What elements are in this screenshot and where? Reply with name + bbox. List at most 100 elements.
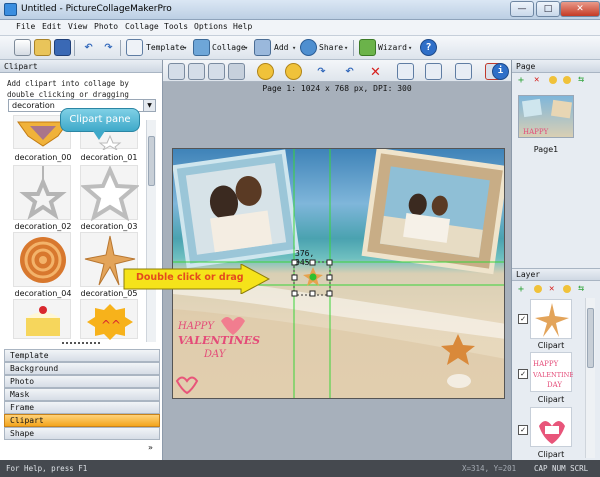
clipart-thumb-badge[interactable]: ^^ bbox=[80, 299, 138, 340]
move-down-icon[interactable] bbox=[563, 76, 571, 84]
add-page-icon[interactable]: + bbox=[518, 75, 524, 86]
save-icon[interactable] bbox=[54, 39, 71, 56]
page-thumbnail[interactable]: HAPPY bbox=[518, 95, 574, 138]
status-help: For Help, press F1 bbox=[6, 464, 88, 473]
send-backward-icon[interactable] bbox=[285, 63, 302, 80]
info-icon[interactable]: i bbox=[492, 63, 509, 80]
svg-text:HAPPY: HAPPY bbox=[533, 360, 559, 368]
template-button[interactable]: Template bbox=[146, 43, 185, 52]
undo-icon[interactable]: ↶ bbox=[80, 39, 97, 56]
callout-pointer bbox=[93, 131, 105, 140]
double-click-callout: Double click or drag bbox=[136, 272, 244, 283]
layer-thumbnail[interactable] bbox=[530, 299, 572, 339]
image-icon[interactable] bbox=[228, 63, 245, 80]
wizard-icon[interactable] bbox=[359, 39, 376, 56]
collage-icon[interactable] bbox=[193, 39, 210, 56]
layout-icon[interactable] bbox=[208, 63, 225, 80]
status-coordinates: X=314, Y=201 bbox=[462, 464, 517, 473]
layer-visibility-checkbox[interactable]: ✓ bbox=[518, 369, 528, 379]
layer-visibility-checkbox[interactable]: ✓ bbox=[518, 425, 528, 435]
distribute-icon[interactable] bbox=[425, 63, 442, 80]
move-up-icon[interactable] bbox=[549, 76, 557, 84]
close-button[interactable]: ✕ bbox=[560, 1, 600, 17]
duplicate-layer-icon[interactable]: ⇆ bbox=[578, 283, 584, 294]
tab-mask[interactable]: Mask bbox=[4, 388, 160, 401]
coordinate-x: 376, bbox=[295, 249, 315, 258]
delete-icon[interactable]: ✕ bbox=[367, 63, 384, 80]
add-button[interactable]: Add bbox=[274, 43, 288, 52]
crop-icon[interactable] bbox=[188, 63, 205, 80]
menu-file[interactable]: File bbox=[16, 22, 35, 31]
chevron-down-icon[interactable]: ▾ bbox=[244, 44, 248, 52]
edit-toolbar: ↷ ↶ ✕ i bbox=[163, 60, 511, 82]
layer-visibility-checkbox[interactable]: ✓ bbox=[518, 314, 528, 324]
clipart-label: decoration_04 bbox=[14, 289, 72, 298]
tab-shape[interactable]: Shape bbox=[4, 427, 160, 440]
delete-page-icon[interactable]: ✕ bbox=[534, 75, 539, 85]
tab-clipart[interactable]: Clipart bbox=[4, 414, 160, 427]
scrollbar-thumb[interactable] bbox=[587, 308, 594, 368]
chevron-down-icon[interactable]: ▼ bbox=[143, 100, 155, 111]
clipart-hint: Add clipart into collage by double click… bbox=[7, 79, 129, 99]
chevron-down-icon[interactable]: ▾ bbox=[183, 44, 187, 52]
tab-frame[interactable]: Frame bbox=[4, 401, 160, 414]
tab-background[interactable]: Background bbox=[4, 362, 160, 375]
minimize-button[interactable]: — bbox=[510, 1, 534, 17]
layer-thumbnail[interactable]: HAPPY VALENTINES DAY bbox=[530, 352, 578, 392]
menu-collage[interactable]: Collage bbox=[125, 22, 159, 31]
status-bar: For Help, press F1 X=314, Y=201 CAP NUM … bbox=[0, 460, 600, 477]
rotate-left-icon[interactable]: ↷ bbox=[313, 63, 330, 80]
add-icon[interactable] bbox=[254, 39, 271, 56]
tab-photo[interactable]: Photo bbox=[4, 375, 160, 388]
bring-forward-icon[interactable] bbox=[257, 63, 274, 80]
clipart-thumb-cake[interactable] bbox=[13, 299, 71, 339]
collage-button[interactable]: Collage bbox=[212, 43, 246, 52]
layer-label: Clipart bbox=[537, 341, 565, 350]
layer-down-icon[interactable] bbox=[563, 285, 571, 293]
rotate-right-icon[interactable]: ↶ bbox=[341, 63, 358, 80]
align-icon[interactable] bbox=[397, 63, 414, 80]
duplicate-page-icon[interactable]: ⇆ bbox=[578, 74, 584, 85]
maximize-button[interactable]: □ bbox=[536, 1, 560, 17]
menu-tools[interactable]: Tools bbox=[164, 22, 188, 31]
chevron-down-icon[interactable]: ▾ bbox=[292, 44, 296, 52]
help-icon[interactable]: ? bbox=[420, 39, 437, 56]
clipart-thumb-decoration-02[interactable] bbox=[13, 165, 71, 220]
menu-view[interactable]: View bbox=[68, 22, 87, 31]
menu-photo[interactable]: Photo bbox=[94, 22, 118, 31]
page-info: Page 1: 1024 x 768 px, DPI: 300 bbox=[262, 84, 412, 93]
chevron-down-icon[interactable]: ▾ bbox=[408, 44, 412, 52]
layer-thumbnail[interactable] bbox=[530, 407, 572, 447]
layer-scrollbar[interactable] bbox=[585, 298, 595, 458]
layer-up-icon[interactable] bbox=[534, 285, 542, 293]
menu-options[interactable]: Options bbox=[194, 22, 228, 31]
add-layer-icon[interactable]: + bbox=[518, 284, 524, 295]
delete-layer-icon[interactable]: ✕ bbox=[549, 284, 554, 294]
main-toolbar: ↶ ↷ Template ▾ Collage ▾ Add ▾ Share ▾ W… bbox=[0, 36, 600, 60]
valentine-clipart[interactable]: HAPPY VALENTINES DAY bbox=[178, 320, 268, 362]
clipart-thumb-decoration-03[interactable] bbox=[79, 165, 141, 222]
chevron-down-icon[interactable]: ▾ bbox=[344, 44, 348, 52]
share-icon[interactable] bbox=[300, 39, 317, 56]
clipart-scrollbar[interactable] bbox=[146, 120, 156, 342]
share-button[interactable]: Share bbox=[319, 43, 343, 52]
splitter-grip[interactable] bbox=[62, 342, 100, 347]
select-icon[interactable] bbox=[168, 63, 185, 80]
menu-help[interactable]: Help bbox=[233, 22, 252, 31]
svg-text:HAPPY: HAPPY bbox=[523, 128, 549, 136]
wizard-button[interactable]: Wizard bbox=[378, 43, 407, 52]
clipart-panel-header: Clipart bbox=[0, 60, 162, 73]
menu-edit[interactable]: Edit bbox=[42, 22, 61, 31]
template-icon[interactable] bbox=[126, 39, 143, 56]
toolbar-separator bbox=[353, 40, 354, 56]
scrollbar-thumb[interactable] bbox=[148, 136, 155, 186]
page-panel-toolbar: + ✕ ⇆ bbox=[518, 74, 596, 87]
size-icon[interactable] bbox=[455, 63, 472, 80]
more-tabs-icon[interactable]: » bbox=[148, 443, 153, 452]
tab-template[interactable]: Template bbox=[4, 349, 160, 362]
layer-panel-header: Layer bbox=[512, 268, 600, 281]
new-icon[interactable] bbox=[14, 39, 31, 56]
redo-icon[interactable]: ↷ bbox=[100, 39, 117, 56]
clipart-thumb-decoration-04[interactable] bbox=[13, 232, 71, 287]
open-folder-icon[interactable] bbox=[34, 39, 51, 56]
